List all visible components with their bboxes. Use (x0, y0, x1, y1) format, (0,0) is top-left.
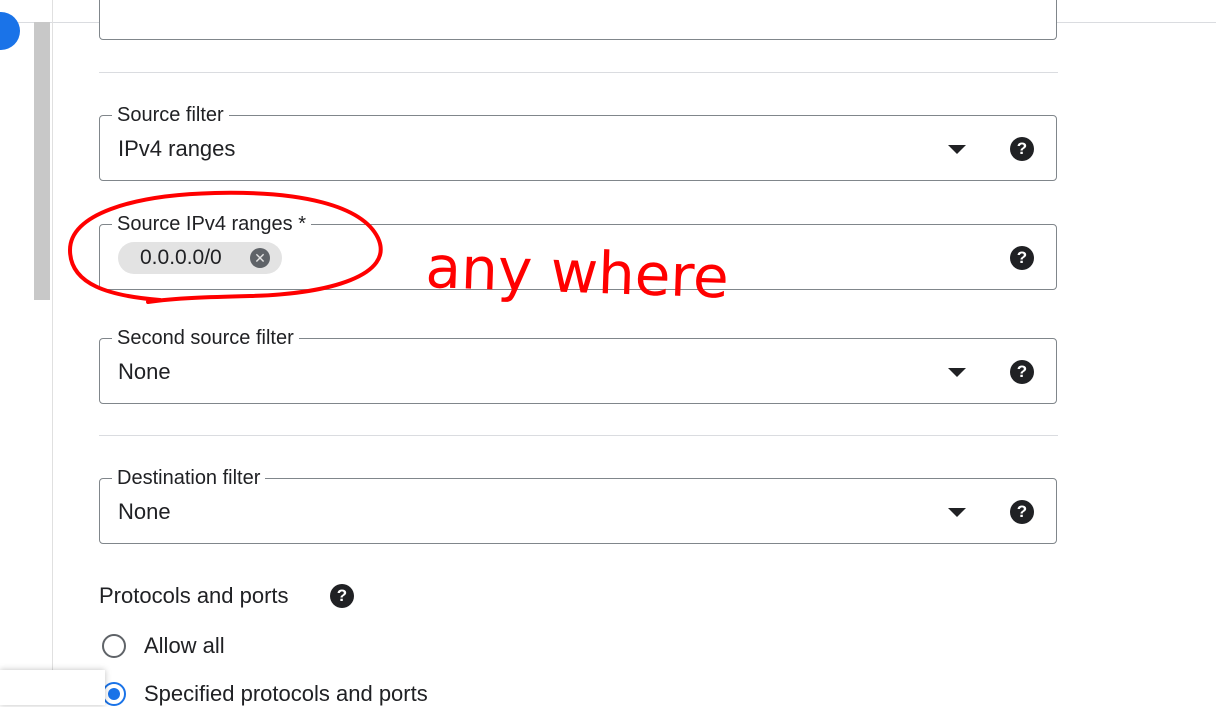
chip-remove-icon[interactable]: ✕ (250, 248, 270, 268)
dropdown-arrow-icon[interactable] (948, 508, 966, 517)
dropdown-arrow-icon[interactable] (948, 145, 966, 154)
divider (99, 72, 1058, 73)
second-source-filter-select[interactable]: Second source filter None ? (99, 327, 1057, 404)
source-ipv4-ranges-field[interactable]: Source IPv4 ranges * 0.0.0.0/0 ✕ ? (99, 213, 1057, 290)
destination-filter-value: None (118, 499, 171, 524)
radio-specified-protocols-label[interactable]: Specified protocols and ports (144, 681, 428, 707)
help-icon[interactable]: ? (1010, 246, 1034, 270)
previous-field[interactable] (99, 0, 1057, 40)
source-filter-value: IPv4 ranges (118, 136, 236, 161)
floating-action-icon[interactable] (0, 12, 20, 50)
help-icon[interactable]: ? (1010, 500, 1034, 524)
scrollbar-thumb[interactable] (34, 22, 50, 300)
dropdown-arrow-icon[interactable] (948, 368, 966, 377)
radio-specified-protocols[interactable] (102, 682, 126, 706)
radio-allow-all[interactable] (102, 634, 126, 658)
floating-panel (0, 670, 105, 705)
second-source-filter-label: Second source filter (112, 327, 299, 349)
source-filter-label: Source filter (112, 104, 229, 126)
ip-range-chip-text: 0.0.0.0/0 (140, 246, 222, 269)
ip-range-chip: 0.0.0.0/0 ✕ (118, 242, 282, 274)
help-icon[interactable]: ? (330, 584, 354, 608)
help-icon[interactable]: ? (1010, 360, 1034, 384)
help-icon[interactable]: ? (1010, 137, 1034, 161)
source-filter-select[interactable]: Source filter IPv4 ranges ? (99, 104, 1057, 181)
radio-allow-all-label[interactable]: Allow all (144, 633, 225, 659)
protocols-and-ports-title: Protocols and ports (99, 583, 289, 608)
source-ipv4-ranges-label: Source IPv4 ranges * (112, 213, 311, 235)
second-source-filter-value: None (118, 359, 171, 384)
destination-filter-label: Destination filter (112, 467, 266, 489)
left-rail (52, 0, 53, 705)
destination-filter-select[interactable]: Destination filter None ? (99, 467, 1057, 544)
divider (99, 435, 1058, 436)
